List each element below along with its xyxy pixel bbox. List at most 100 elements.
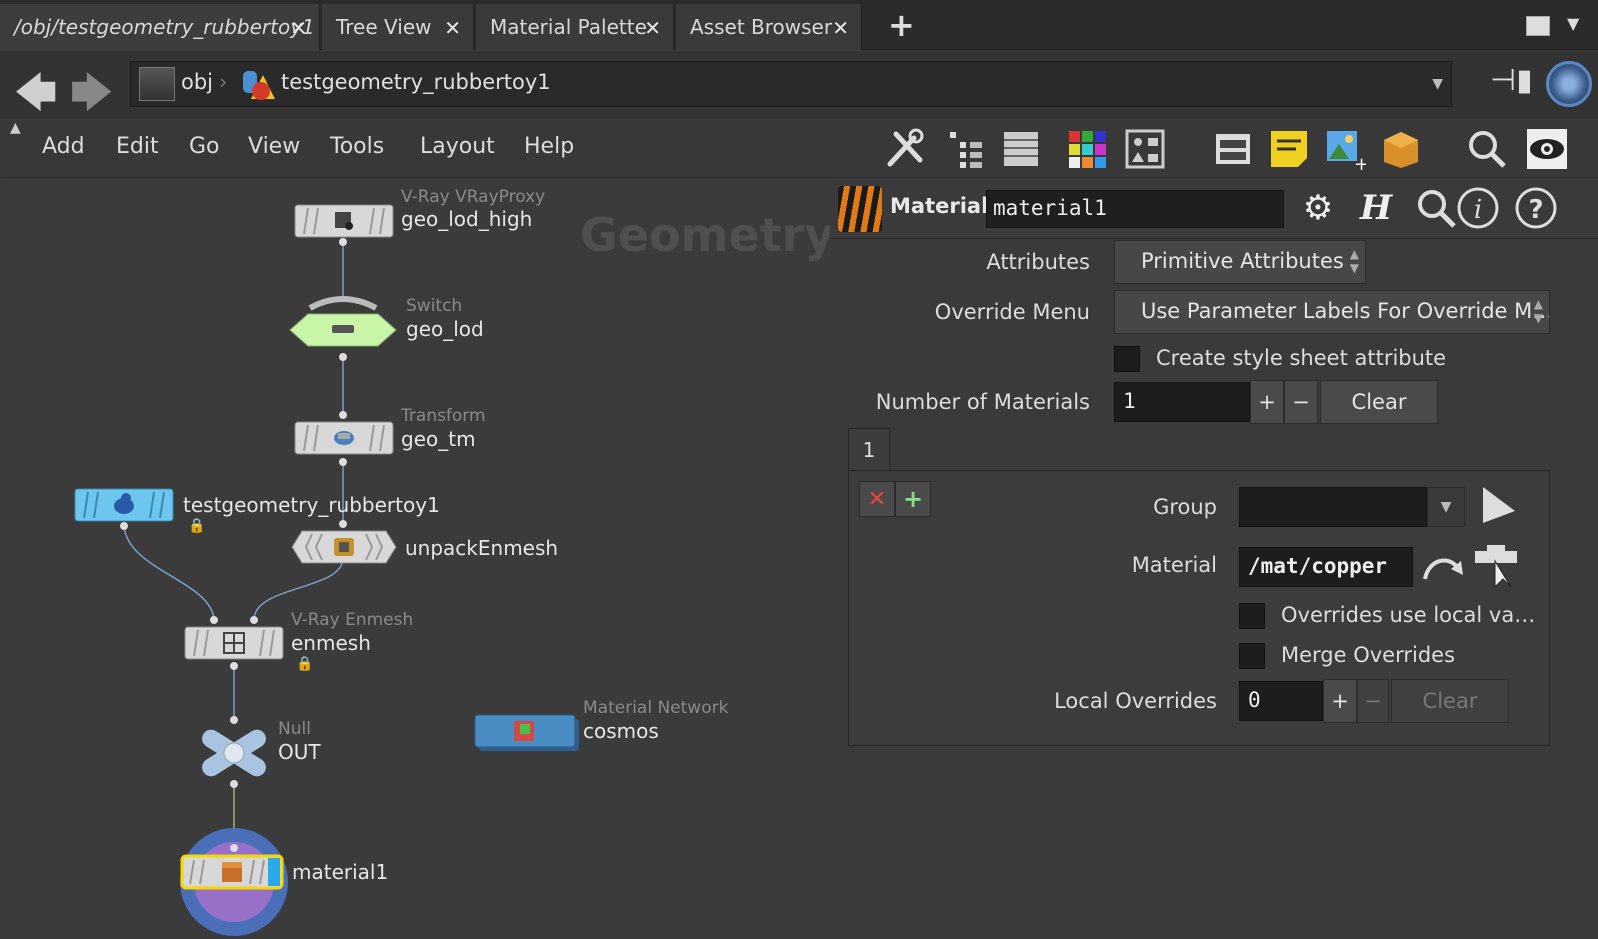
tab-label: /obj/testgeometry_rubbertoy1 <box>14 15 315 39</box>
menu-go[interactable]: Go <box>189 134 220 159</box>
node-material1[interactable] <box>178 820 294 939</box>
node-geo-lod[interactable] <box>288 292 398 354</box>
jump-to-node-icon[interactable] <box>1421 551 1465 585</box>
node-name-label[interactable]: enmesh <box>291 631 371 655</box>
tab-tree-view[interactable]: Tree View ✕ <box>322 4 474 50</box>
help-icon[interactable]: ? <box>1514 186 1558 230</box>
menu-help[interactable]: Help <box>524 134 574 159</box>
node-name-label[interactable]: unpackEnmesh <box>405 536 558 560</box>
add-image-icon[interactable]: + <box>1324 128 1366 170</box>
node-type-label: Material <box>890 194 989 218</box>
local-overrides-field[interactable]: 0 <box>1239 681 1323 721</box>
node-rubbertoy[interactable] <box>74 488 174 522</box>
node-out[interactable] <box>196 724 272 782</box>
houdini-help-icon[interactable]: H <box>1354 186 1398 230</box>
add-material-button[interactable]: + <box>1250 380 1284 424</box>
node-name-label[interactable]: material1 <box>292 860 388 884</box>
crumb-obj[interactable]: obj <box>181 70 213 94</box>
overrides-local-checkbox[interactable] <box>1239 603 1265 629</box>
remove-material-button[interactable]: − <box>1284 380 1318 424</box>
node-name-label[interactable]: geo_tm <box>401 427 476 451</box>
sticky-note-icon[interactable] <box>1268 128 1310 170</box>
list-view-icon[interactable] <box>1000 128 1042 170</box>
close-icon[interactable]: ✕ <box>644 16 661 40</box>
network-box-icon[interactable] <box>1212 128 1254 170</box>
overrides-local-label: Overrides use local va… <box>1281 603 1536 627</box>
menu-view[interactable]: View <box>248 134 300 159</box>
tab-network-editor[interactable]: /obj/testgeometry_rubbertoy1 ✕ <box>0 4 320 50</box>
tab-menu-icon[interactable]: ▼ <box>1567 14 1579 33</box>
tab-material-palette[interactable]: Material Palette ✕ <box>476 4 674 50</box>
node-geo-tm[interactable] <box>294 421 394 455</box>
digital-asset-icon[interactable] <box>1380 128 1422 170</box>
maximize-icon[interactable] <box>1526 16 1550 36</box>
search-icon[interactable] <box>1466 128 1508 170</box>
add-tab-icon[interactable]: + <box>888 6 915 44</box>
material-path-field[interactable]: /mat/copper <box>1239 547 1413 587</box>
insert-instance-icon[interactable]: + <box>895 481 931 517</box>
num-materials-label: Number of Materials <box>875 390 1090 414</box>
close-icon[interactable]: ✕ <box>290 16 307 40</box>
menu-edit[interactable]: Edit <box>116 134 159 159</box>
override-menu-value: Use Parameter Labels For Override M… <box>1141 299 1550 323</box>
node-name-label[interactable]: OUT <box>278 740 321 764</box>
tab-bar: /obj/testgeometry_rubbertoy1 ✕ Tree View… <box>0 0 1598 50</box>
override-menu[interactable]: Use Parameter Labels For Override M… ▲ ▼ <box>1114 290 1550 334</box>
select-arrow-icon[interactable] <box>1479 483 1519 527</box>
clear-overrides-button[interactable]: Clear <box>1391 679 1509 723</box>
node-enmesh[interactable] <box>184 626 284 660</box>
shape-palette-icon[interactable] <box>1124 128 1166 170</box>
group-field[interactable] <box>1239 487 1427 527</box>
eye-icon[interactable] <box>1526 128 1568 170</box>
multiparm-tab-1[interactable]: 1 <box>848 428 890 470</box>
remove-override-button[interactable]: − <box>1357 679 1389 723</box>
tab-label: Tree View <box>336 15 432 39</box>
local-overrides-label: Local Overrides <box>1054 689 1217 713</box>
wrench-tools-icon[interactable] <box>884 128 926 170</box>
tree-list-icon[interactable] <box>944 128 986 170</box>
lock-icon: 🔒 <box>296 656 314 672</box>
node-name-label[interactable]: geo_lod_high <box>401 207 532 231</box>
close-icon[interactable]: ✕ <box>444 16 461 40</box>
style-sheet-checkbox[interactable] <box>1114 346 1140 372</box>
node-chooser-icon[interactable] <box>1471 543 1521 589</box>
search-icon[interactable] <box>1414 186 1458 230</box>
menu-layout[interactable]: Layout <box>420 134 495 159</box>
remove-instance-icon[interactable]: ✕ <box>859 481 895 517</box>
scroll-up-icon[interactable]: ▲ <box>10 120 21 136</box>
network-editor[interactable]: Geometry V-Ray VRayProxy geo_lod_high Sw… <box>8 180 834 939</box>
crumb-current[interactable]: testgeometry_rubbertoy1 <box>281 70 551 94</box>
attributes-menu[interactable]: Primitive Attributes ▲ ▼ <box>1114 240 1366 284</box>
node-type-label: Null <box>278 719 311 739</box>
chevron-down-icon[interactable]: ▼ <box>1432 76 1443 92</box>
menu-tools[interactable]: Tools <box>330 134 384 159</box>
node-type-label: Switch <box>406 296 463 316</box>
group-label: Group <box>1153 495 1217 519</box>
node-name-label[interactable]: testgeometry_rubbertoy1 <box>183 493 440 517</box>
pin-icon[interactable]: ⊣▮ <box>1490 63 1533 98</box>
geometry-object-icon <box>243 71 275 100</box>
gear-icon[interactable]: ⚙ <box>1296 186 1340 230</box>
clear-materials-button[interactable]: Clear <box>1320 380 1438 424</box>
material-node-icon[interactable] <box>838 186 882 232</box>
num-materials-field[interactable]: 1 <box>1114 382 1250 422</box>
obj-context-icon <box>139 67 175 101</box>
node-unpack-enmesh[interactable] <box>290 530 398 564</box>
close-icon[interactable]: ✕ <box>832 16 849 40</box>
info-icon[interactable]: i <box>1456 186 1500 230</box>
merge-overrides-checkbox[interactable] <box>1239 643 1265 669</box>
node-name-label[interactable]: cosmos <box>583 719 659 743</box>
node-geo-lod-high[interactable] <box>294 204 394 238</box>
divider <box>830 238 1598 239</box>
add-override-button[interactable]: + <box>1323 679 1357 723</box>
menu-add[interactable]: Add <box>42 134 85 159</box>
node-cosmos[interactable] <box>474 714 580 752</box>
node-name-field[interactable]: material1 <box>986 190 1284 228</box>
link-group-icon[interactable] <box>1546 61 1592 107</box>
tab-label: Asset Browser <box>690 15 833 39</box>
color-palette-icon[interactable] <box>1066 128 1108 170</box>
node-name-label[interactable]: geo_lod <box>406 317 484 341</box>
menu-bar: ▲ Add Edit Go View Tools Layout Help + <box>0 120 1598 178</box>
chevron-down-icon[interactable]: ▼ <box>1427 487 1465 527</box>
tab-asset-browser[interactable]: Asset Browser ✕ <box>676 4 862 50</box>
